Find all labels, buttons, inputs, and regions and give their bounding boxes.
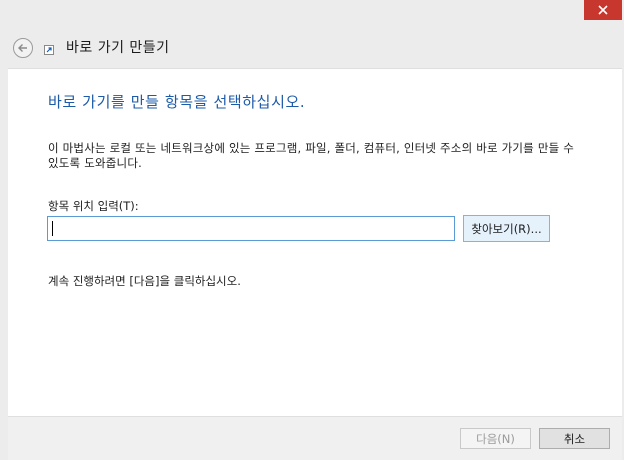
continue-instruction: 계속 진행하려면 [다음]을 클릭하십시오. [48, 274, 241, 288]
browse-button[interactable]: 찾아보기(R)... [463, 215, 550, 242]
text-caret [52, 221, 53, 236]
back-button[interactable] [13, 38, 33, 58]
wizard-description: 이 마법사는 로컬 또는 네트워크상에 있는 프로그램, 파일, 폴더, 컴퓨터… [48, 141, 575, 170]
cancel-button[interactable]: 취소 [539, 428, 610, 449]
back-arrow-icon [18, 44, 27, 52]
wizard-content: 바로 가기를 만들 항목을 선택하십시오. 이 마법사는 로컬 또는 네트워크상… [8, 68, 622, 416]
location-label: 항목 위치 입력(T): [48, 199, 139, 213]
close-button[interactable] [584, 0, 622, 20]
location-input[interactable] [47, 216, 455, 241]
next-button[interactable]: 다음(N) [460, 428, 531, 449]
wizard-title: 바로 가기 만들기 [66, 40, 170, 56]
page-heading: 바로 가기를 만들 항목을 선택하십시오. [48, 93, 306, 111]
title-bar: 바로 가기 만들기 [0, 0, 624, 68]
close-icon [598, 5, 608, 15]
shortcut-icon [44, 45, 54, 55]
wizard-footer: 다음(N) 취소 [8, 416, 622, 460]
window-left-edge [0, 68, 8, 460]
